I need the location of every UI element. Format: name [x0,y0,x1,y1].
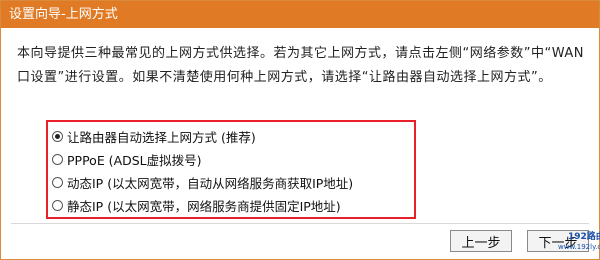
radio-pppoe[interactable] [52,153,63,165]
option-static-ip-label: 静态IP (以太网宽带，网络服务商提供固定IP地址) [67,198,341,214]
option-pppoe-label: PPPoE (ADSL虚拟拨号) [67,152,202,168]
radio-static-ip[interactable] [52,199,63,211]
next-button[interactable]: 下一步 [527,230,589,252]
prev-button[interactable]: 上一步 [450,230,512,252]
wizard-description: 本向导提供三种最常见的上网方式供选择。若为其它上网方式，请点击左侧“网络参数”中… [17,46,584,85]
radio-dynamic-ip[interactable] [52,176,63,188]
footer-divider [11,223,589,224]
window-title: 设置向导-上网方式 [1,1,599,28]
option-pppoe[interactable]: PPPoE (ADSL虚拟拨号) [52,148,202,170]
radio-auto-detect[interactable] [52,130,63,142]
option-dynamic-ip[interactable]: 动态IP (以太网宽带，自动从网络服务商获取IP地址) [52,171,353,193]
option-auto-detect-label: 让路由器自动选择上网方式 (推荐) [67,129,256,145]
connection-type-options: 让路由器自动选择上网方式 (推荐) PPPoE (ADSL虚拟拨号) 动态IP … [46,120,416,219]
setup-wizard-dialog: 设置向导-上网方式 本向导提供三种最常见的上网方式供选择。若为其它上网方式，请点… [0,0,600,260]
option-dynamic-ip-label: 动态IP (以太网宽带，自动从网络服务商获取IP地址) [67,175,354,191]
option-static-ip[interactable]: 静态IP (以太网宽带，网络服务商提供固定IP地址) [52,194,341,216]
radio-selected-dot [55,133,60,139]
option-auto-detect[interactable]: 让路由器自动选择上网方式 (推荐) [52,125,256,147]
